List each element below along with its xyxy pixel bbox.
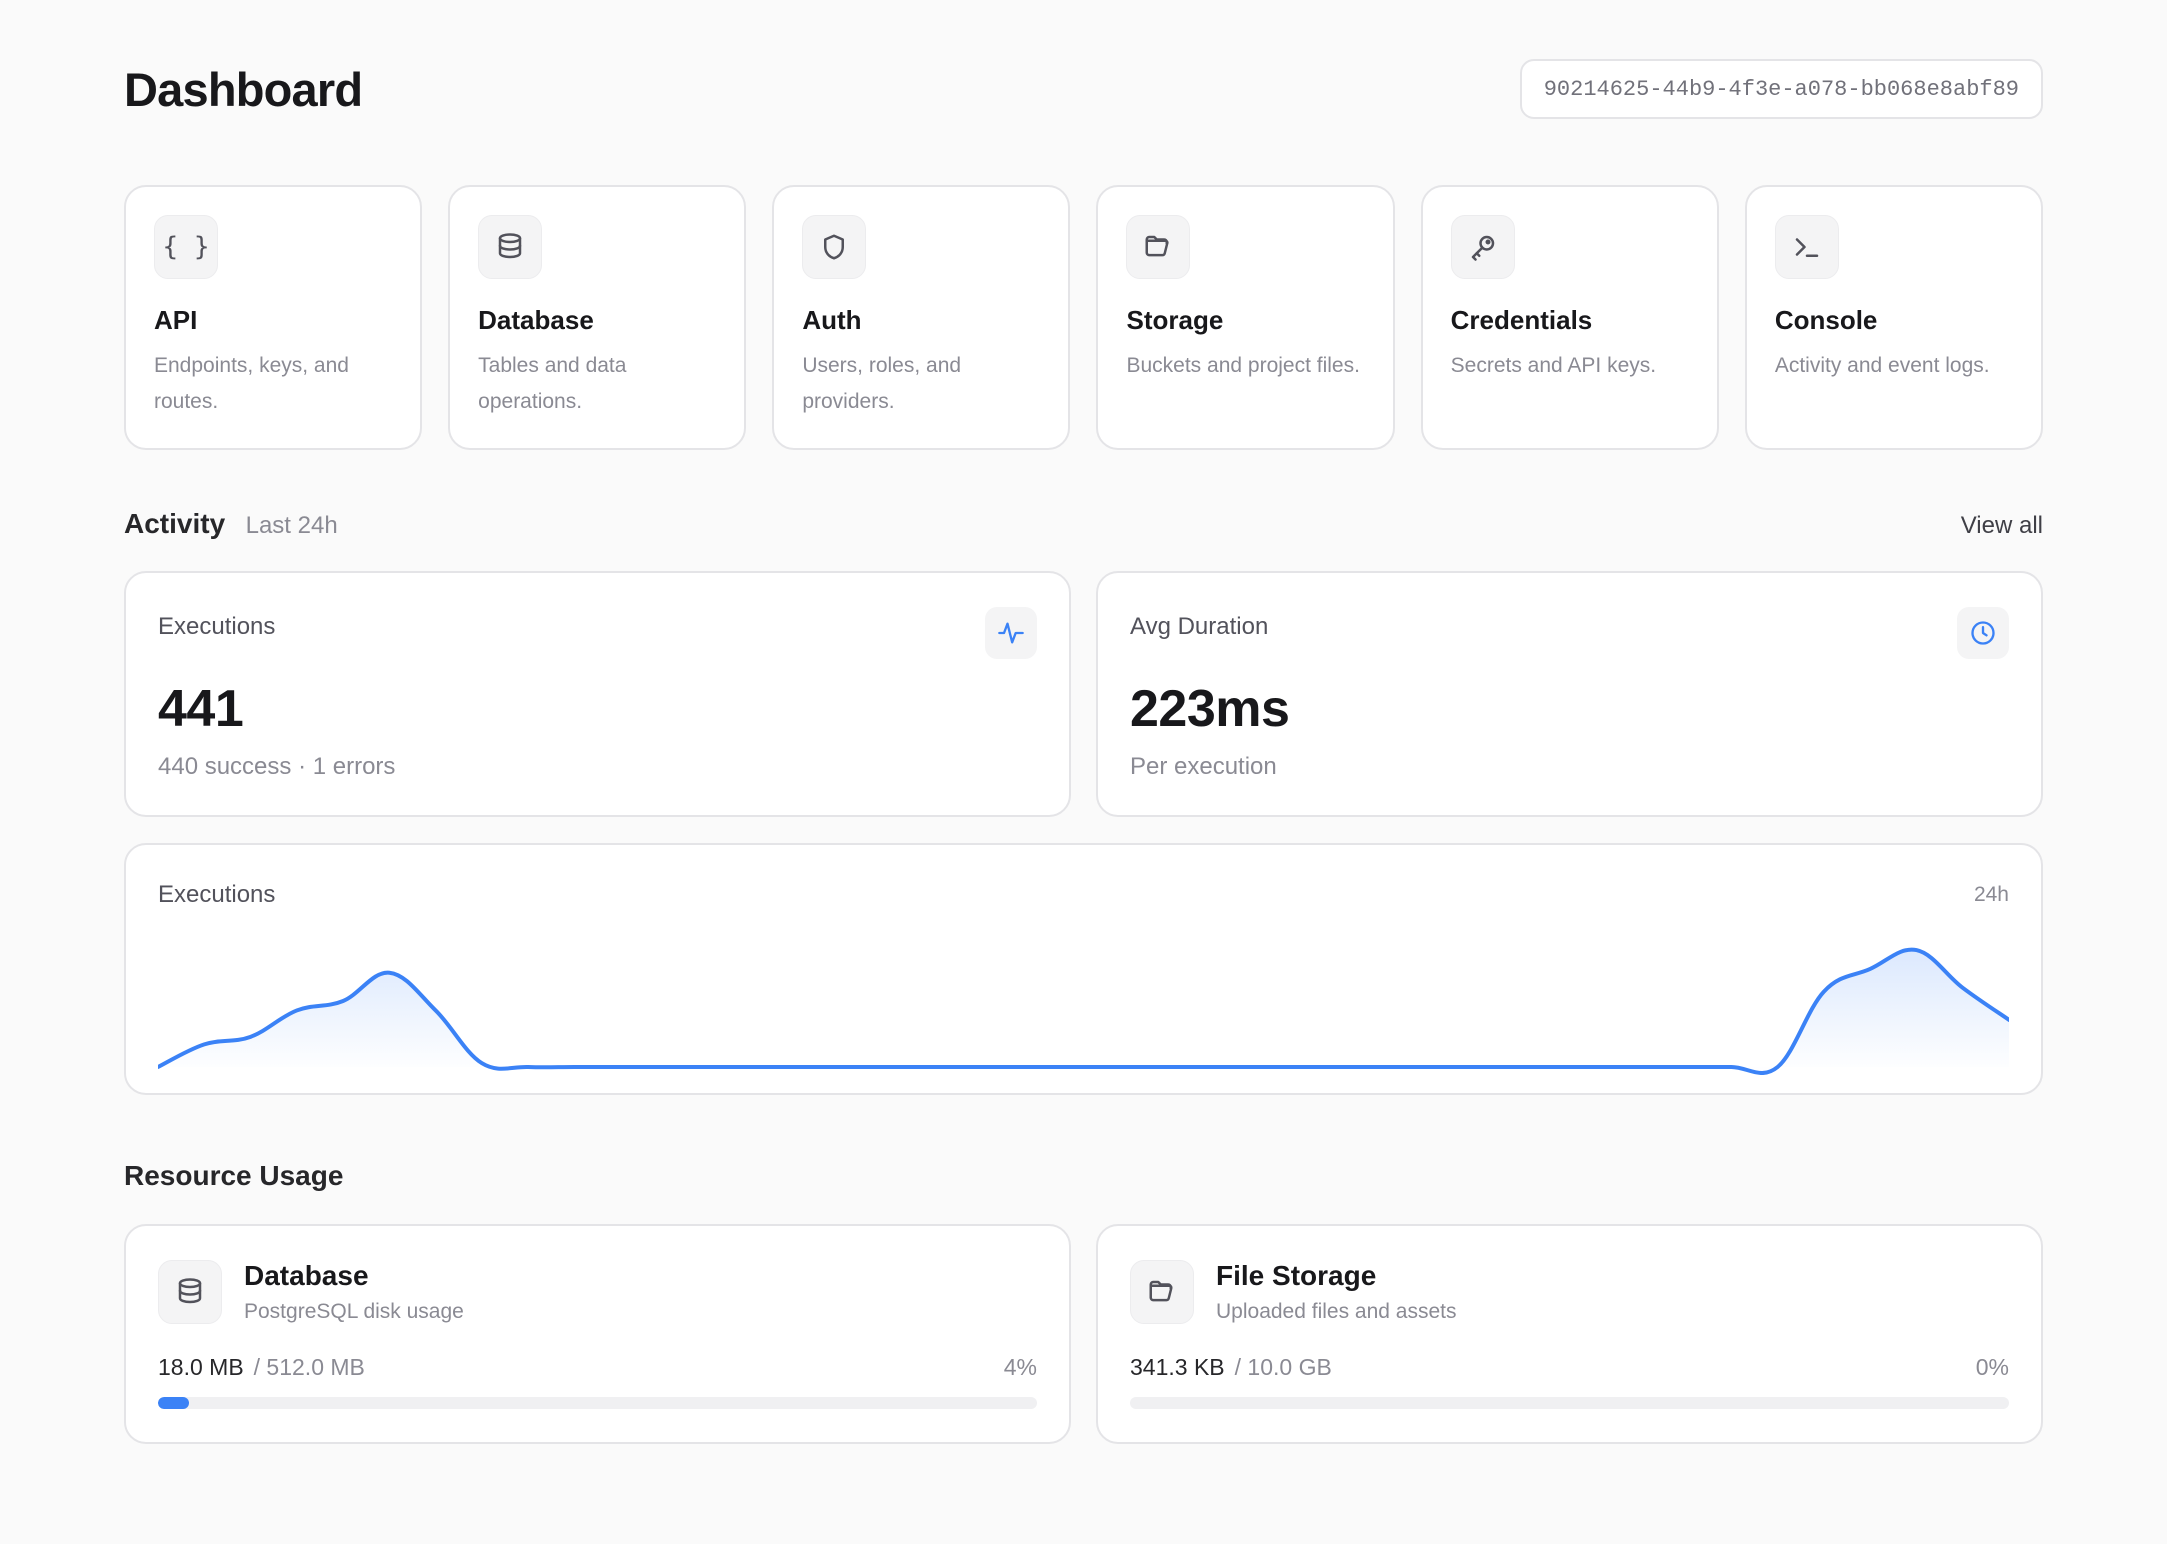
database-icon <box>478 215 543 279</box>
activity-subtitle: Last 24h <box>245 512 338 539</box>
service-card-credentials[interactable]: Credentials Secrets and API keys. <box>1420 185 1719 450</box>
chart-title: Executions <box>158 881 276 908</box>
file-storage-usage-card: File Storage Uploaded files and assets 3… <box>1096 1224 2043 1444</box>
service-card-api[interactable]: { } API Endpoints, keys, and routes. <box>124 185 423 450</box>
service-description: Secrets and API keys. <box>1450 354 1657 377</box>
resource-percent: 0% <box>1975 1354 2009 1380</box>
service-title: Credentials <box>1450 305 1593 335</box>
braces-icon: { } <box>154 215 218 279</box>
service-description: Tables and data operations. <box>478 354 627 413</box>
service-title: API <box>154 305 198 335</box>
activity-pulse-icon <box>985 607 1037 659</box>
executions-stat-card: Executions 441 440 success · 1 errors <box>124 571 1071 817</box>
usage-progress-fill <box>158 1397 189 1409</box>
chart-range-label: 24h <box>1973 883 2009 906</box>
shield-icon <box>802 215 867 279</box>
resource-title: File Storage <box>1216 1260 1377 1291</box>
usage-progress-bar <box>1130 1397 2009 1409</box>
resource-usage-header: Resource Usage <box>124 1160 2043 1192</box>
stat-value: 441 <box>158 680 244 738</box>
service-title: Database <box>478 305 594 335</box>
folder-open-icon <box>1126 215 1191 279</box>
service-card-auth[interactable]: Auth Users, roles, and providers. <box>772 185 1071 450</box>
stat-meta: 440 success · 1 errors <box>158 753 396 780</box>
service-card-database[interactable]: Database Tables and data operations. <box>448 185 747 450</box>
stat-meta: Per execution <box>1130 753 1277 780</box>
service-title: Storage <box>1126 305 1224 335</box>
resource-subtitle: PostgreSQL disk usage <box>244 1300 464 1323</box>
usage-progress-bar <box>158 1397 1037 1409</box>
resource-total: / 512.0 MB <box>253 1354 365 1380</box>
service-description: Activity and event logs. <box>1774 354 1990 377</box>
service-card-console[interactable]: Console Activity and event logs. <box>1744 185 2043 450</box>
executions-chart-card: Executions 24h <box>124 843 2043 1095</box>
terminal-icon <box>1774 215 1839 279</box>
resource-total: / 10.0 GB <box>1234 1354 1332 1380</box>
activity-header: Activity Last 24h View all <box>124 508 2043 540</box>
service-cards: { } API Endpoints, keys, and routes. Dat… <box>124 185 2043 450</box>
project-id-badge[interactable]: 90214625-44b9-4f3e-a078-bb068e8abf89 <box>1519 59 2043 119</box>
clock-icon <box>1957 607 2009 659</box>
resource-percent: 4% <box>1003 1354 1037 1380</box>
resource-used: 341.3 KB <box>1130 1354 1225 1380</box>
executions-area-chart <box>158 947 2009 1075</box>
database-icon <box>158 1260 222 1324</box>
service-title: Auth <box>802 305 862 335</box>
stat-value: 223ms <box>1130 680 1290 738</box>
service-description: Buckets and project files. <box>1126 354 1360 377</box>
resource-usage-title: Resource Usage <box>124 1160 344 1191</box>
view-all-link[interactable]: View all <box>1961 512 2043 540</box>
page-header: Dashboard 90214625-44b9-4f3e-a078-bb068e… <box>124 58 2043 120</box>
dashboard-page: Dashboard 90214625-44b9-4f3e-a078-bb068e… <box>0 0 2167 1544</box>
resource-subtitle: Uploaded files and assets <box>1216 1300 1457 1323</box>
resource-title: Database <box>244 1260 369 1291</box>
database-usage-card: Database PostgreSQL disk usage 18.0 MB / … <box>124 1224 1071 1444</box>
page-title: Dashboard <box>124 62 363 116</box>
avg-duration-stat-card: Avg Duration 223ms Per execution <box>1096 571 2043 817</box>
service-description: Endpoints, keys, and routes. <box>154 354 349 413</box>
stat-label: Avg Duration <box>1130 613 1269 640</box>
key-icon <box>1450 215 1515 279</box>
activity-title: Activity <box>124 508 226 539</box>
stat-label: Executions <box>158 613 276 640</box>
service-description: Users, roles, and providers. <box>802 354 962 413</box>
resource-used: 18.0 MB <box>158 1354 244 1380</box>
service-title: Console <box>1774 305 1878 335</box>
folder-open-icon <box>1130 1260 1194 1324</box>
service-card-storage[interactable]: Storage Buckets and project files. <box>1096 185 1395 450</box>
